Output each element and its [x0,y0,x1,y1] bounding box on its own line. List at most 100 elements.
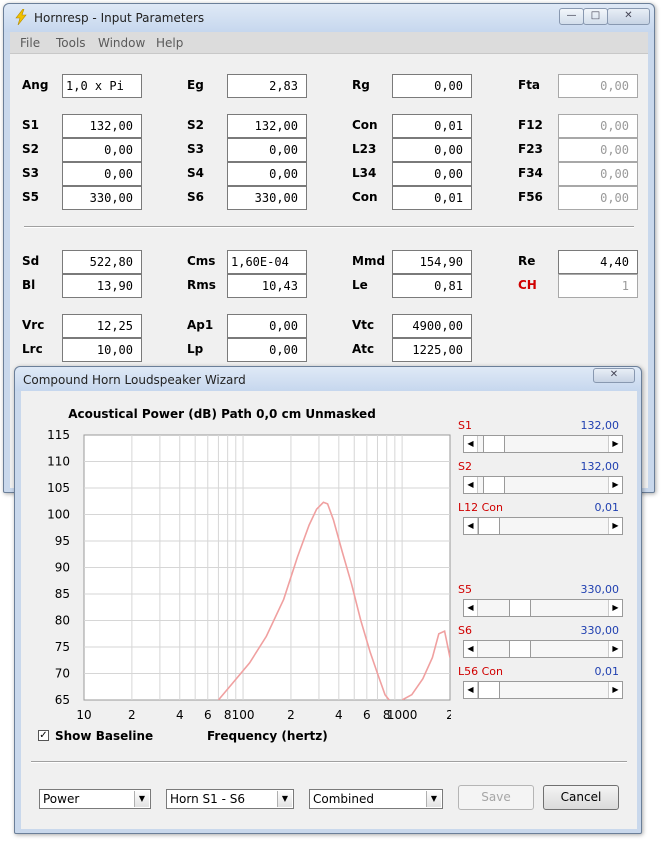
chevron-right-icon[interactable]: ▶ [608,436,622,452]
slider-s2[interactable]: ◀ ▶ [463,476,623,494]
slider-label-s5: S5 [458,583,472,596]
param-field-eg[interactable]: 2,83 [227,74,307,98]
slider-thumb[interactable] [509,600,532,616]
param-field-s3[interactable]: 0,00 [227,138,307,162]
param-field-s1[interactable]: 132,00 [62,114,142,138]
horn-section-combo[interactable]: Horn S1 - S6 ▼ [166,789,294,809]
slider-thumb[interactable] [478,682,500,698]
x-tick-label: 4 [176,708,184,722]
param-field-s6[interactable]: 330,00 [227,186,307,210]
param-field-rms[interactable]: 10,43 [227,274,307,298]
slider-thumb[interactable] [483,477,506,493]
param-field-l23[interactable]: 0,00 [392,138,472,162]
param-field-ch[interactable]: 1 [558,274,638,298]
show-baseline-label[interactable]: Show Baseline [55,729,153,743]
param-field-f23[interactable]: 0,00 [558,138,638,162]
param-field-con[interactable]: 0,01 [392,114,472,138]
param-field-s3[interactable]: 0,00 [62,162,142,186]
close-icon[interactable]: ✕ [607,8,650,25]
chevron-left-icon[interactable]: ◀ [464,518,478,534]
param-field-rg[interactable]: 0,00 [392,74,472,98]
main-window-title: Hornresp - Input Parameters [34,11,205,25]
param-label-rms: Rms [187,278,216,292]
wizard-title-bar[interactable]: Compound Horn Loudspeaker Wizard ✕ [15,367,641,391]
param-field-con[interactable]: 0,01 [392,186,472,210]
param-field-le[interactable]: 0,81 [392,274,472,298]
chevron-right-icon[interactable]: ▶ [608,600,622,616]
param-field-cms[interactable]: 1,60E-04 [227,250,307,274]
y-tick-label: 105 [47,481,70,495]
slider-thumb[interactable] [483,436,506,452]
y-tick-label: 115 [47,428,70,442]
param-field-atc[interactable]: 1225,00 [392,338,472,362]
param-field-f56[interactable]: 0,00 [558,186,638,210]
menu-help[interactable]: Help [156,36,183,50]
section-divider [24,226,634,228]
chevron-right-icon[interactable]: ▶ [608,682,622,698]
param-field-f12[interactable]: 0,00 [558,114,638,138]
chevron-down-icon[interactable]: ▼ [134,791,149,807]
chevron-right-icon[interactable]: ▶ [608,641,622,657]
param-field-ang[interactable]: 1,0 x Pi [62,74,142,98]
save-button[interactable]: Save [458,785,534,810]
chevron-down-icon[interactable]: ▼ [426,791,441,807]
output-type-combo[interactable]: Power ▼ [39,789,151,809]
compound-horn-wizard-window: Compound Horn Loudspeaker Wizard ✕ Acous… [14,366,642,834]
save-button-label: Save [481,790,511,804]
chevron-left-icon[interactable]: ◀ [464,682,478,698]
menu-file[interactable]: File [20,36,40,50]
param-field-lp[interactable]: 0,00 [227,338,307,362]
param-field-mmd[interactable]: 154,90 [392,250,472,274]
param-label-l23: L23 [352,142,377,156]
y-tick-label: 95 [55,534,70,548]
slider-s1[interactable]: ◀ ▶ [463,435,623,453]
chevron-left-icon[interactable]: ◀ [464,600,478,616]
param-label-le: Le [352,278,368,292]
show-baseline-checkbox[interactable]: ✓ [38,730,49,741]
chevron-left-icon[interactable]: ◀ [464,477,478,493]
param-field-s2[interactable]: 132,00 [227,114,307,138]
y-tick-label: 75 [55,640,70,654]
param-field-bl[interactable]: 13,90 [62,274,142,298]
param-label-ang: Ang [22,78,49,92]
chevron-right-icon[interactable]: ▶ [608,477,622,493]
slider-s5[interactable]: ◀ ▶ [463,599,623,617]
cancel-button[interactable]: Cancel [543,785,619,810]
chevron-right-icon[interactable]: ▶ [608,518,622,534]
param-field-vtc[interactable]: 4900,00 [392,314,472,338]
param-label-f34: F34 [518,166,543,180]
param-label-lrc: Lrc [22,342,43,356]
chevron-down-icon[interactable]: ▼ [277,791,292,807]
param-field-re[interactable]: 4,40 [558,250,638,274]
param-field-ap1[interactable]: 0,00 [227,314,307,338]
param-field-s5[interactable]: 330,00 [62,186,142,210]
slider-thumb[interactable] [509,641,532,657]
param-field-f34[interactable]: 0,00 [558,162,638,186]
combination-combo[interactable]: Combined ▼ [309,789,443,809]
menu-tools[interactable]: Tools [56,36,86,50]
param-field-s2[interactable]: 0,00 [62,138,142,162]
maximize-icon[interactable]: □ [583,8,608,25]
slider-l56-con[interactable]: ◀ ▶ [463,681,623,699]
y-tick-label: 110 [47,455,70,469]
param-field-sd[interactable]: 522,80 [62,250,142,274]
main-title-bar[interactable]: Hornresp - Input Parameters — □ ✕ [4,4,654,32]
chevron-left-icon[interactable]: ◀ [464,641,478,657]
param-field-vrc[interactable]: 12,25 [62,314,142,338]
chevron-left-icon[interactable]: ◀ [464,436,478,452]
param-label-ap1: Ap1 [187,318,214,332]
menu-bar: File Tools Window Help [10,32,648,54]
param-label-con: Con [352,118,378,132]
menu-window[interactable]: Window [98,36,145,50]
param-label-bl: Bl [22,278,36,292]
param-field-fta[interactable]: 0,00 [558,74,638,98]
param-field-l34[interactable]: 0,00 [392,162,472,186]
minimize-icon[interactable]: — [559,8,584,25]
slider-thumb[interactable] [478,518,500,534]
param-field-s4[interactable]: 0,00 [227,162,307,186]
param-field-lrc[interactable]: 10,00 [62,338,142,362]
slider-s6[interactable]: ◀ ▶ [463,640,623,658]
slider-l12-con[interactable]: ◀ ▶ [463,517,623,535]
param-label-con: Con [352,190,378,204]
wizard-close-icon[interactable]: ✕ [593,368,635,383]
